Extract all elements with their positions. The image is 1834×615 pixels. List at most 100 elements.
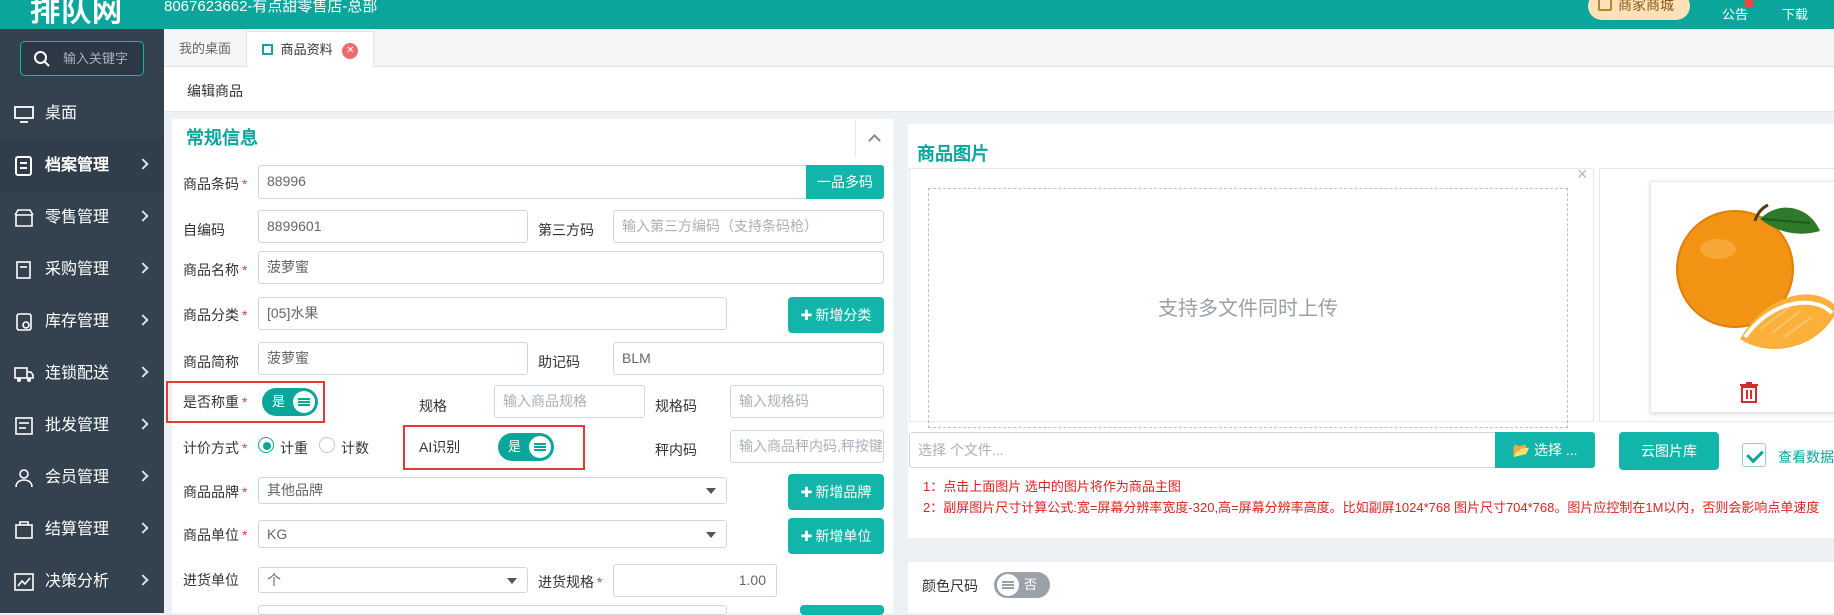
weigh-label: 是否称重 * (183, 394, 248, 410)
category-input[interactable]: [05]水果 (258, 297, 727, 330)
choose-file-button[interactable]: 📂 选择 ... (1495, 432, 1595, 468)
document-icon (262, 44, 273, 55)
sidebar-item-label: 连锁配送 (45, 365, 110, 382)
image-note-2: 2：副屏图片尺寸计算公式:宽=屏幕分辨率宽度-320,高=屏幕分辨率高度。比如副… (923, 500, 1820, 515)
sidebar-item-label: 零售管理 (45, 209, 110, 226)
sidebar: 输入关键字 桌面 档案管理 零售管理 采购管理 库存管理 连锁配送 批发管理 会… (0, 29, 164, 613)
analysis-icon (14, 573, 34, 591)
file-path-input[interactable]: 选择 个文件... (909, 432, 1497, 468)
sidebar-item-label: 结算管理 (45, 521, 110, 538)
toggle-label: 是 (508, 439, 522, 454)
sidebar-item-settlement[interactable]: 结算管理 (0, 504, 164, 556)
sidebar-item-label: 桌面 (45, 105, 78, 122)
chevron-right-icon (137, 314, 149, 326)
purchase-icon (16, 261, 31, 279)
mnemonic-input[interactable]: BLM (613, 342, 884, 375)
archive-icon (15, 156, 32, 176)
page-title: 编辑商品 (187, 83, 243, 99)
sidebar-item-distribution[interactable]: 连锁配送 (0, 348, 164, 400)
store-name: 8067623662-有点甜零售店-总部 (164, 0, 378, 15)
folder-open-icon: 📂 (1512, 442, 1530, 458)
toggle-label: 是 (272, 394, 286, 409)
unit-select[interactable]: KG (258, 520, 727, 548)
sidebar-item-member[interactable]: 会员管理 (0, 452, 164, 504)
toggle-knob-icon (529, 436, 551, 458)
pricing-weight-radio[interactable] (258, 437, 274, 453)
monitor-icon (14, 106, 34, 123)
cloud-library-button[interactable]: 云图片库 (1619, 432, 1719, 470)
short-name-label: 商品简称 (183, 354, 239, 370)
brand-select[interactable]: 其他品牌 (258, 477, 727, 504)
purchase-spec-input[interactable]: 1.00 (613, 564, 777, 597)
multi-code-button[interactable]: 一品多码 (806, 165, 884, 199)
inventory-icon (16, 313, 32, 331)
weigh-toggle[interactable]: 是 (262, 388, 318, 416)
short-name-input[interactable]: 菠萝蜜 (258, 342, 528, 375)
tab-bar: 我的桌面 商品资料 ✕ (164, 29, 1834, 67)
toggle-knob-icon (293, 391, 315, 413)
scale-code-input[interactable]: 输入商品秤内码,秤按键 (730, 430, 884, 463)
collapse-button[interactable] (855, 120, 893, 157)
sidebar-item-desktop[interactable]: 桌面 (0, 88, 164, 140)
sidebar-item-archive[interactable]: 档案管理 (0, 140, 164, 192)
next-field-button[interactable] (800, 605, 884, 615)
chevron-right-icon (137, 262, 149, 274)
product-image-title: 商品图片 (917, 144, 989, 164)
ai-toggle[interactable]: 是 (498, 433, 554, 461)
close-icon[interactable]: ✕ (342, 43, 359, 59)
selfcode-input[interactable]: 8899601 (258, 210, 528, 243)
thirdparty-label: 第三方码 (538, 222, 594, 238)
barcode-input[interactable]: 88996 (258, 165, 808, 199)
tab-product-info[interactable]: 商品资料 ✕ (246, 31, 375, 67)
store-icon (14, 209, 34, 227)
delete-trash-icon[interactable] (1739, 381, 1759, 403)
pricing-count-radio[interactable] (319, 437, 335, 453)
name-input[interactable]: 菠萝蜜 (258, 251, 884, 284)
ai-label: AI识别 (419, 439, 461, 455)
notice-label: 公告 (1722, 7, 1749, 22)
add-unit-button[interactable]: ✚ 新增单位 (788, 518, 884, 554)
add-category-button[interactable]: ✚ 新增分类 (788, 297, 884, 333)
sidebar-item-purchase[interactable]: 采购管理 (0, 244, 164, 296)
chevron-up-icon (868, 134, 881, 147)
add-brand-button[interactable]: ✚ 新增品牌 (788, 474, 884, 510)
search-icon (34, 51, 50, 67)
orange-fruit-image (1676, 203, 1834, 349)
pricing-label: 计价方式 * (183, 440, 248, 456)
image-thumbnail-card[interactable] (1599, 168, 1834, 422)
purchase-spec-label: 进货规格 * (538, 574, 603, 590)
spec-input[interactable]: 输入商品规格 (494, 385, 645, 418)
color-size-label: 颜色尺码 (922, 578, 978, 594)
chevron-right-icon (137, 418, 149, 430)
view-data-label[interactable]: 查看数据 (1778, 447, 1834, 467)
notice-button[interactable]: 公告 (1722, 0, 1755, 23)
purchase-unit-select[interactable]: 个 (258, 567, 528, 593)
page-subheader: 编辑商品 (164, 67, 1834, 112)
sidebar-item-analysis[interactable]: 决策分析 (0, 556, 164, 608)
app-logo: 排队网 (30, 0, 123, 29)
tab-label: 商品资料 (280, 42, 333, 57)
chevron-right-icon (137, 366, 149, 378)
download-button[interactable]: 下载 (1782, 4, 1808, 23)
upload-dropzone[interactable]: 支持多文件同时上传 (928, 188, 1568, 428)
close-icon[interactable]: × (1577, 164, 1588, 185)
brand-label: 商品品牌 * (183, 484, 248, 500)
dropdown-arrow-icon (706, 532, 716, 538)
sidebar-item-inventory[interactable]: 库存管理 (0, 296, 164, 348)
sidebar-item-wholesale[interactable]: 批发管理 (0, 400, 164, 452)
sidebar-search-input[interactable]: 输入关键字 (20, 41, 144, 76)
tab-desktop[interactable]: 我的桌面 (164, 31, 246, 67)
spec-code-input[interactable]: 输入规格码 (730, 385, 884, 418)
sidebar-item-retail[interactable]: 零售管理 (0, 192, 164, 244)
spec-code-label: 规格码 (655, 398, 697, 414)
chevron-right-icon (137, 158, 149, 170)
thirdparty-input[interactable]: 输入第三方编码（支持条码枪） (613, 210, 884, 243)
next-field-select[interactable] (258, 605, 727, 615)
barcode-label: 商品条码 * (183, 176, 248, 192)
chevron-right-icon (137, 470, 149, 482)
merchant-mall-button[interactable]: 商家商城 (1588, 0, 1690, 20)
sidebar-item-label: 采购管理 (45, 261, 110, 278)
view-data-checkbox[interactable] (1742, 443, 1766, 467)
color-size-toggle[interactable]: 否 (994, 572, 1050, 598)
sidebar-item-label: 档案管理 (45, 157, 110, 174)
